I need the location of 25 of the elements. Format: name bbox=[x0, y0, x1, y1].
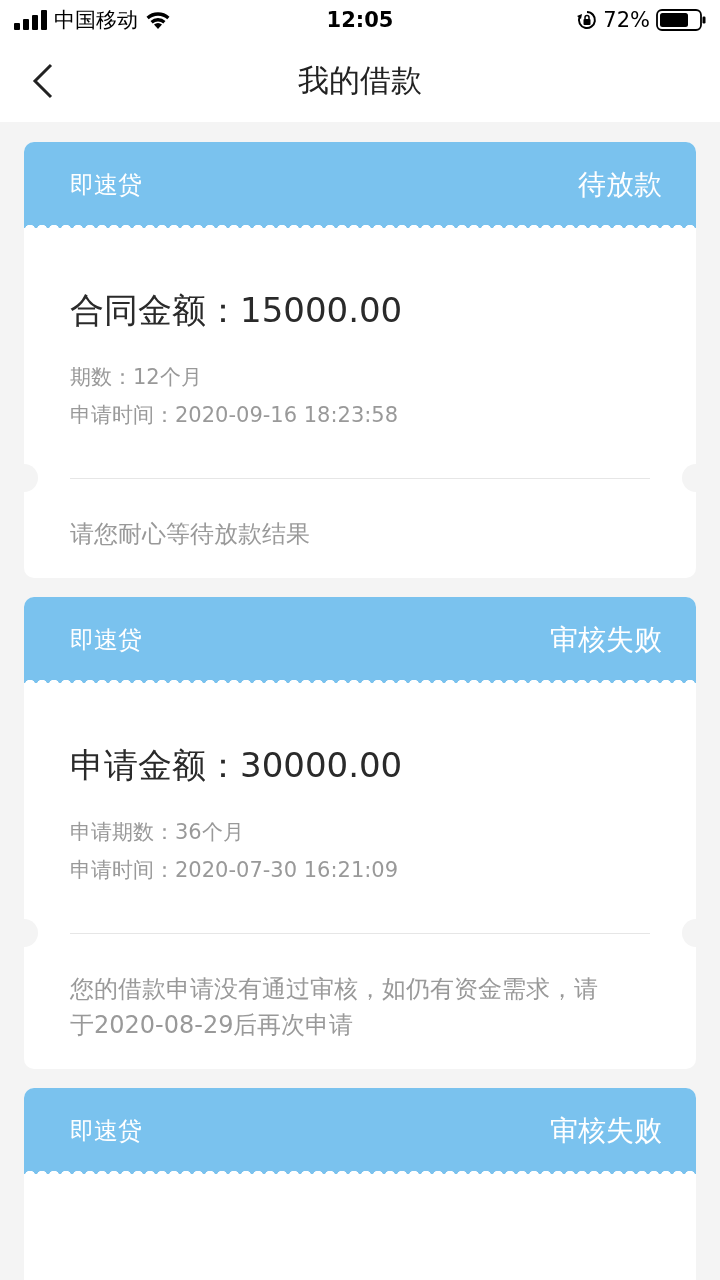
rotation-lock-icon bbox=[577, 10, 598, 30]
status-message: 您的借款申请没有通过审核，如仍有资金需求，请于2020-08-29后再次申请 bbox=[69, 974, 599, 1041]
loan-amount: 申请金额：30000.00 bbox=[69, 744, 404, 787]
loan-detail: 期数：12个月 bbox=[70, 364, 203, 391]
wifi-icon bbox=[144, 10, 172, 30]
status-message: 请您耐心等待放款结果 bbox=[69, 519, 311, 550]
back-button[interactable] bbox=[32, 63, 54, 99]
loan-status: 待放款 bbox=[578, 167, 662, 203]
loan-card[interactable]: 即速贷 审核失败 申请金额：30000.00 申请期数：36个月 申请时间：2020-07-30 16:21:09 您的借款申请没有通过审核，如仍有资金需求，请于2020-08-29后再次申请 bbox=[24, 597, 696, 1069]
signal-icon bbox=[14, 10, 48, 30]
clock-time: 12:05 bbox=[326, 8, 394, 32]
loan-status: 审核失败 bbox=[550, 622, 662, 658]
product-name: 即速贷 bbox=[70, 1116, 142, 1147]
loan-status: 审核失败 bbox=[550, 1113, 662, 1149]
battery-percent: 72% bbox=[603, 8, 650, 32]
loan-card[interactable]: 即速贷 待放款 合同金额：15000.00 期数：12个月 申请时间：2020-09-16 18:23:58 请您耐心等待放款结果 bbox=[24, 142, 696, 578]
loan-detail: 申请时间：2020-07-30 16:21:09 bbox=[70, 857, 400, 884]
product-name: 即速贷 bbox=[70, 170, 142, 201]
carrier-name: 中国移动 bbox=[54, 7, 138, 34]
product-name: 即速贷 bbox=[70, 625, 142, 656]
loan-amount: 合同金额：15000.00 bbox=[69, 289, 404, 332]
loan-detail: 申请期数：36个月 bbox=[70, 819, 245, 846]
loan-detail: 申请时间：2020-09-16 18:23:58 bbox=[70, 402, 400, 429]
page-title: 我的借款 bbox=[298, 61, 422, 100]
battery-icon bbox=[656, 9, 706, 31]
